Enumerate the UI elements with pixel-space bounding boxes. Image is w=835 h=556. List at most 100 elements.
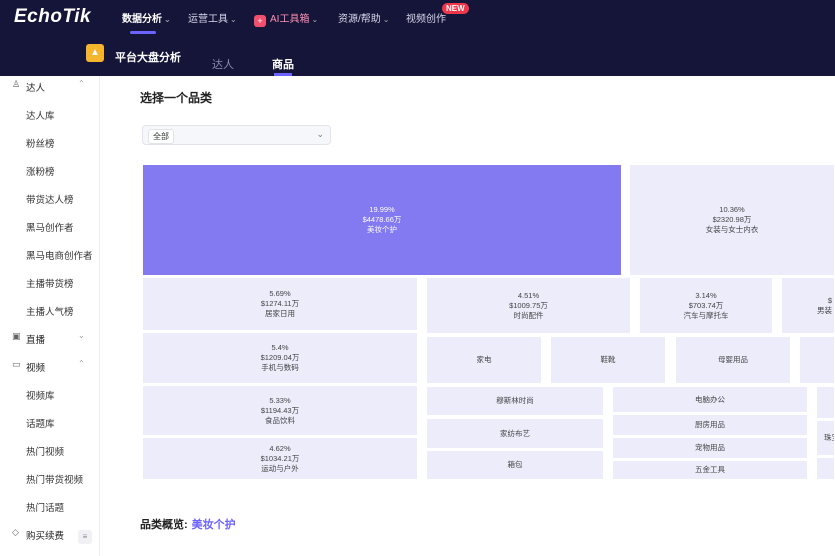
sidebar-item-label: 热门话题 — [26, 503, 65, 514]
treemap-tile-home-goods[interactable]: 5.69% $1274.11万 居家日用 — [142, 277, 418, 331]
category-select[interactable]: 全部 ⌄ — [142, 125, 331, 145]
chevron-down-icon: ⌄ — [230, 15, 237, 24]
sidebar-item-label: 主播人气榜 — [26, 307, 74, 318]
tab-products[interactable]: 商品 — [272, 56, 294, 72]
sidebar-item-label: 黑马创作者 — [26, 223, 74, 234]
sidebar-item-label: 视频库 — [26, 391, 55, 402]
tile-name: 穆斯林时尚 — [496, 396, 534, 405]
sidebar-item-label: 带货达人榜 — [26, 195, 74, 206]
sidebar-group-video[interactable]: ▭ 视频 ⌃ — [0, 356, 100, 376]
sidebar-item-sales-influencer-ranking[interactable]: 带货达人榜 — [0, 188, 100, 208]
sidebar-group-influencers[interactable]: ♙ 达人 ⌃ — [0, 76, 100, 96]
sidebar-item-rising-creators[interactable]: 黑马创作者 — [0, 216, 100, 236]
sidebar: ♙ 达人 ⌃ 达人库 粉丝榜 涨粉榜 带货达人榜 黑马创作者 黑马电商创作者 主… — [0, 76, 100, 556]
tile-percent: 10.36% — [719, 205, 745, 214]
treemap-tile-fashion-accessories[interactable]: 4.51% $1009.75万 时尚配件 — [426, 277, 631, 334]
nav-active-indicator — [130, 31, 156, 34]
tile-amount: $4478.66万 — [362, 215, 402, 224]
treemap-tile-other-3[interactable] — [816, 457, 835, 480]
sidebar-item-video-library[interactable]: 视频库 — [0, 384, 100, 404]
sidebar-item-label: 粉丝榜 — [26, 139, 55, 150]
sidebar-item-hot-videos[interactable]: 热门视频 — [0, 440, 100, 460]
tile-amount: $703.74万 — [688, 300, 724, 310]
nav-operations-tools[interactable]: 运营工具 ⌄ — [188, 10, 237, 25]
user-icon: ♙ — [12, 79, 21, 89]
tile-amount: $1209.04万 — [260, 353, 300, 362]
tile-name: 家电 — [476, 355, 492, 364]
tile-name: 电脑办公 — [695, 394, 725, 404]
sidebar-item-hot-sales-videos[interactable]: 热门带货视频 — [0, 468, 100, 488]
chevron-down-icon: ⌄ — [78, 331, 85, 340]
sidebar-item-label: 主播带货榜 — [26, 279, 74, 290]
diamond-icon: ◇ — [12, 527, 19, 537]
tile-percent: 4.51% — [517, 290, 540, 300]
sidebar-item-rising-ecommerce-creators[interactable]: 黑马电商创作者 — [0, 244, 100, 264]
treemap-tile-computers-office[interactable]: 电脑办公 — [612, 386, 808, 413]
sidebar-item-label: 热门带货视频 — [26, 475, 84, 486]
treemap-tile-baby-products[interactable]: 母婴用品 — [675, 336, 791, 384]
sidebar-group-label: 达人 — [26, 83, 46, 94]
nav-resources-help[interactable]: 资源/帮助 ⌄ — [338, 10, 389, 25]
sidebar-item-growth-ranking[interactable]: 涨粉榜 — [0, 160, 100, 180]
tile-amount: $2320.98万 — [712, 215, 752, 224]
tile-amount: $1194.43万 — [260, 405, 300, 415]
echotik-logo[interactable]: EchoTik — [14, 6, 91, 28]
treemap-tile-jewelry[interactable]: 珠宝 — [816, 420, 835, 456]
treemap-tile-sports-outdoor[interactable]: 4.62% $1034.21万 运动与户外 — [142, 437, 418, 480]
treemap-tile-phones-digital[interactable]: 5.4% $1209.04万 手机与数码 — [142, 332, 418, 384]
tile-name: 手机与数码 — [261, 363, 299, 372]
video-icon: ▭ — [12, 359, 21, 369]
sidebar-item-host-popularity-ranking[interactable]: 主播人气榜 — [0, 300, 100, 320]
category-select-value: 全部 — [148, 129, 174, 144]
treemap-tile-food-beverage[interactable]: 5.33% $1194.43万 食品饮料 — [142, 385, 418, 436]
tile-name: 女装与女士内衣 — [705, 225, 759, 234]
treemap-tile-automotive[interactable]: 3.14% $703.74万 汽车与摩托车 — [639, 277, 773, 334]
treemap-tile-pet-supplies[interactable]: 宠物用品 — [612, 437, 808, 459]
tile-percent: $ — [827, 295, 832, 305]
sidebar-item-label: 黑马电商创作者 — [26, 251, 93, 262]
nav-data-analysis[interactable]: 数据分析 ⌄ — [122, 10, 171, 25]
tab-influencers[interactable]: 达人 — [212, 56, 234, 72]
sidebar-item-influencer-library[interactable]: 达人库 — [0, 104, 100, 124]
tile-name: 宠物用品 — [695, 443, 725, 452]
chevron-up-icon: ⌃ — [78, 359, 85, 368]
page-title: 平台大盘分析 — [115, 52, 181, 64]
treemap-tile-other-1[interactable] — [799, 336, 835, 384]
tile-percent: 19.99% — [369, 205, 395, 214]
tile-name: 厨房用品 — [695, 420, 725, 429]
tile-percent: 5.69% — [269, 289, 291, 298]
treemap-tile-kitchenware[interactable]: 厨房用品 — [612, 414, 808, 436]
nav-ai-toolbox[interactable]: + AI工具箱 ⌄ — [254, 10, 318, 27]
sidebar-collapse-icon[interactable]: ≡ — [78, 530, 92, 544]
treemap-tile-home-appliances[interactable]: 家电 — [426, 336, 542, 384]
sidebar-item-label: 达人库 — [26, 111, 55, 122]
chevron-down-icon: ⌄ — [164, 15, 171, 24]
tile-name: 男装 — [817, 305, 832, 315]
treemap-tile-beauty[interactable]: 19.99% $4478.66万 美妆个护 — [142, 164, 622, 276]
treemap-tile-shoes[interactable]: 鞋靴 — [550, 336, 666, 384]
treemap-tile-muslim-fashion[interactable]: 穆斯林时尚 — [426, 386, 604, 416]
tile-percent: 5.4% — [271, 343, 289, 352]
tile-name: 运动与户外 — [261, 463, 299, 473]
nav-video-creation[interactable]: 视频创作 — [406, 10, 446, 25]
treemap-tile-other-2[interactable] — [816, 386, 835, 419]
sidebar-group-label: 直播 — [26, 335, 46, 346]
sidebar-item-hot-topics[interactable]: 热门话题 — [0, 496, 100, 516]
nav-label: 数据分析 — [122, 14, 162, 25]
section-title: 选择一个品类 — [140, 91, 213, 105]
treemap-tile-menswear[interactable]: $ 男装 — [781, 277, 835, 334]
sidebar-item-topic-library[interactable]: 话题库 — [0, 412, 100, 432]
tile-name: 汽车与摩托车 — [683, 310, 729, 320]
tile-name: 箱包 — [507, 460, 523, 469]
treemap-tile-womens-apparel[interactable]: 10.36% $2320.98万 女装与女士内衣 — [629, 164, 835, 276]
treemap-tile-home-textiles[interactable]: 家纺布艺 — [426, 418, 604, 449]
sidebar-item-host-sales-ranking[interactable]: 主播带货榜 — [0, 272, 100, 292]
sidebar-group-live[interactable]: ▣ 直播 ⌄ — [0, 328, 100, 348]
new-badge: NEW — [442, 3, 469, 14]
treemap-tile-luggage[interactable]: 箱包 — [426, 450, 604, 480]
treemap-tile-hardware-tools[interactable]: 五金工具 — [612, 460, 808, 480]
tile-name: 鞋靴 — [600, 355, 616, 364]
sidebar-item-fans-ranking[interactable]: 粉丝榜 — [0, 132, 100, 152]
sidebar-group-label: 视频 — [26, 363, 46, 374]
nav-label: AI工具箱 — [270, 14, 310, 25]
